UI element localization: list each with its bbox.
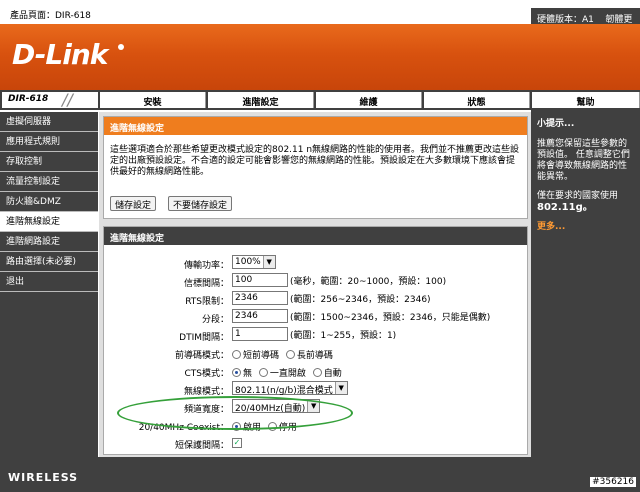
wireless-mode-value: 802.11(n/g/b)混合模式	[235, 386, 333, 396]
wireless-mode-row: 無線模式： 802.11(n/g/b)混合模式 ▼	[104, 381, 529, 399]
intro-panel: 進階無線設定 這些選項適合於那些希望更改模式設定的802.11 n無線網路的性能…	[103, 116, 528, 219]
cts-none-label: 無	[243, 369, 253, 379]
preamble-short-radio[interactable]	[232, 350, 241, 359]
preamble-label: 前導碼模式：	[174, 351, 229, 361]
beacon-row: 信標間隔： 100 (毫秒，範圍：20~1000，預設：100)	[104, 273, 529, 291]
header-banner: D-Link	[0, 24, 640, 90]
wireless-mode-select[interactable]: 802.11(n/g/b)混合模式 ▼	[232, 381, 348, 396]
tx-power-label: 傳輸功率：	[183, 261, 229, 271]
intro-title: 進階無線設定	[104, 117, 527, 135]
cts-auto-radio[interactable]	[312, 368, 322, 377]
hints-title: 小提示...	[537, 119, 575, 129]
frag-label: 分段：	[201, 315, 229, 325]
tab-status[interactable]: 狀態	[424, 92, 530, 108]
beacon-label: 信標間隔：	[183, 279, 229, 289]
cts-label: CTS模式：	[184, 369, 230, 379]
dont-save-button[interactable]: 不要儲存設定	[168, 196, 233, 211]
product-page-label: 產品頁面：DIR-618	[10, 11, 91, 21]
settings-title: 進階無線設定	[104, 227, 527, 245]
cts-always-label: 一直開啟	[269, 369, 306, 379]
frag-row: 分段： 2346 (範圍：1500~2346，預設：2346，只能是偶數)	[104, 309, 529, 327]
tx-power-select[interactable]: 100% ▼	[232, 255, 276, 269]
sidebar-item-firewall-dmz[interactable]: 防火牆&DMZ	[0, 192, 98, 212]
sidebar: 虛擬伺服器 應用程式規則 存取控制 流量控制設定 防火牆&DMZ 進階無線設定 …	[0, 112, 98, 457]
frag-note: (範圍：1500~2346，預設：2346，只能是偶數)	[290, 312, 491, 323]
rts-note: (範圍：256~2346，預設：2346)	[290, 294, 431, 305]
nav-slashes-decoration: //	[62, 90, 73, 109]
wireless-brand: WIRELESS	[8, 471, 79, 484]
chevron-down-icon: ▼	[334, 382, 347, 394]
wireless-mode-label: 無線模式：	[183, 387, 229, 397]
sidebar-item-traffic-control[interactable]: 流量控制設定	[0, 172, 98, 192]
sidebar-item-advanced-network[interactable]: 進階網路設定	[0, 232, 98, 252]
watermark: #356216	[590, 477, 636, 487]
cts-row: CTS模式： 無 一直開啟 自動	[104, 363, 529, 381]
sidebar-item-logout[interactable]: 退出	[0, 272, 98, 292]
dtim-label: DTIM間隔：	[179, 333, 229, 343]
tab-help[interactable]: 幫助	[532, 92, 640, 108]
model-label: DIR-618	[2, 92, 98, 108]
guard-interval-checkbox[interactable]: ✓	[232, 438, 242, 448]
beacon-note: (毫秒，範圍：20~1000，預設：100)	[290, 276, 447, 287]
cts-always-radio[interactable]	[258, 368, 268, 377]
tx-power-row: 傳輸功率： 100% ▼	[104, 255, 529, 273]
preamble-short-label: 短前導碼	[243, 351, 280, 361]
frag-input[interactable]: 2346	[232, 309, 288, 323]
main-nav: DIR-618 // 安裝 進階設定 維護 狀態 幫助	[0, 90, 640, 110]
preamble-long-radio[interactable]	[285, 350, 295, 359]
logo-dot	[118, 44, 124, 50]
sidebar-item-app-rules[interactable]: 應用程式規則	[0, 132, 98, 152]
top-info-bar: 產品頁面：DIR-618 硬體版本：A1 韌體更新：1.03	[0, 0, 640, 353]
sidebar-item-routing[interactable]: 路由選擇(未必要)	[0, 252, 98, 272]
cts-auto-label: 自動	[323, 369, 342, 379]
sidebar-item-virtual-server[interactable]: 虛擬伺服器	[0, 112, 98, 132]
hints-text-1: 推薦您保留這些參數的預設值。 任意調整它們將會導致無線網路的性能異常。	[537, 139, 630, 182]
dtim-note: (範圍：1~255，預設：1)	[290, 330, 397, 341]
tx-power-value: 100%	[235, 257, 261, 267]
rts-row: RTS限制： 2346 (範圍：256~2346，預設：2346)	[104, 291, 529, 309]
hints-panel: 小提示... 推薦您保留這些參數的預設值。 任意調整它們將會導致無線網路的性能異…	[531, 112, 640, 457]
footer: WIRELESS #356216	[0, 457, 640, 492]
tab-maintenance[interactable]: 維護	[316, 92, 422, 108]
sidebar-item-advanced-wireless[interactable]: 進階無線設定	[0, 212, 98, 232]
dtim-input[interactable]: 1	[232, 327, 288, 341]
tab-advanced[interactable]: 進階設定	[208, 92, 314, 108]
intro-description: 這些選項適合於那些希望更改模式設定的802.11 n無線網路的性能的使用者。我們…	[110, 145, 520, 177]
hints-more-link[interactable]: 更多...	[537, 222, 634, 233]
hints-text-2b: 802.11g。	[537, 202, 593, 213]
tab-setup[interactable]: 安裝	[100, 92, 206, 108]
chevron-down-icon: ▼	[262, 256, 275, 268]
dlink-logo: D-Link	[12, 38, 108, 71]
guard-interval-label: 短保護間隔：	[174, 441, 229, 451]
highlight-ellipse	[117, 396, 353, 430]
hints-text-2: 僅在要求的國家使用 802.11g。	[537, 191, 634, 214]
preamble-row: 前導碼模式： 短前導碼 長前導碼	[104, 345, 529, 363]
hints-text-2a: 僅在要求的國家使用	[537, 191, 619, 201]
cts-none-radio[interactable]	[232, 368, 241, 377]
beacon-input[interactable]: 100	[232, 273, 288, 287]
save-settings-button[interactable]: 儲存設定	[110, 196, 157, 211]
preamble-long-label: 長前導碼	[296, 351, 333, 361]
rts-label: RTS限制：	[185, 297, 229, 307]
rts-input[interactable]: 2346	[232, 291, 288, 305]
dtim-row: DTIM間隔： 1 (範圍：1~255，預設：1)	[104, 327, 529, 345]
guard-interval-row: 短保護間隔： ✓	[104, 435, 529, 453]
sidebar-item-access-control[interactable]: 存取控制	[0, 152, 98, 172]
